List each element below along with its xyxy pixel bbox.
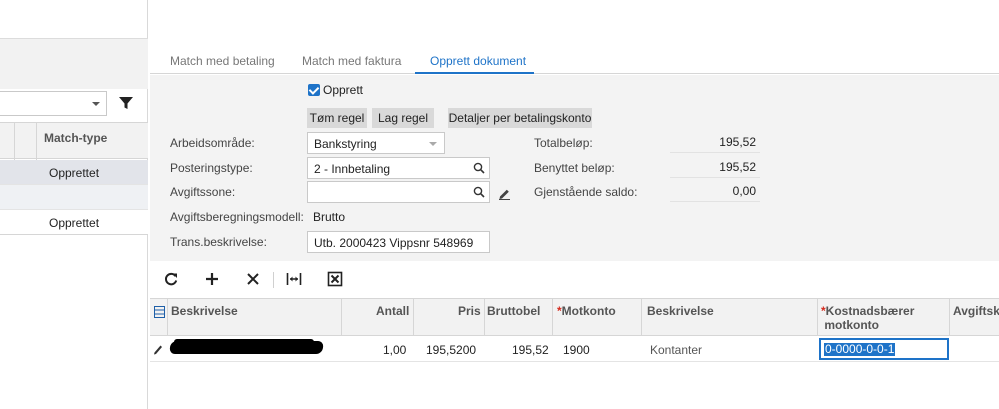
trans-desc-field[interactable]: Utb. 2000423 Vippsnr 548969 [307,231,490,253]
posting-type-field[interactable]: 2 - Innbetaling [307,157,490,179]
search-icon[interactable] [473,162,485,174]
create-document-form: Opprett Tøm regel Lag regel Detaljer per… [150,75,999,261]
grid-toolbar [150,261,999,298]
export-excel-icon[interactable] [327,271,343,287]
left-top-band [0,38,148,89]
cell-counter-account[interactable]: 1900 [563,343,590,357]
tab-match-payment[interactable]: Match med betaling [170,54,275,68]
cost-carrier-input[interactable]: 0-0000-0-0-1 [819,338,949,360]
filter-icon[interactable] [119,96,133,110]
chevron-down-icon[interactable] [429,142,437,146]
col-header-tax[interactable]: Avgiftsk [953,304,999,318]
edit-row-pencil-icon [154,345,162,355]
refresh-icon[interactable] [163,271,179,287]
grid-header: Beskrivelse Antall Pris Bruttobel *Motko… [150,298,999,336]
used-amount-label: Benyttet beløp: [534,161,615,175]
create-checkbox[interactable] [308,84,320,96]
trans-desc-label: Trans.beskrivelse: [170,235,267,249]
match-type-header[interactable]: Match-type [44,131,107,145]
remaining-balance-label: Gjenstående saldo: [534,185,638,199]
tax-zone-label: Avgiftssone: [170,185,236,199]
left-grid-header: Match-type [0,122,148,160]
total-amount-label: Totalbeløp: [534,136,593,150]
edit-pencil-icon[interactable] [498,187,511,200]
create-checkbox-label[interactable]: Opprett [323,83,363,97]
match-type-value: Opprettet [49,216,100,230]
posting-type-label: Posteringstype: [170,161,253,175]
table-row[interactable]: 1,00 195,5200 195,52 1900 Kontanter 0-00… [150,337,999,362]
tax-model-label: Avgiftsberegningsmodell: [170,210,304,224]
details-per-account-button[interactable]: Detaljer per betalingskonto [448,108,592,128]
right-pane: Match med betaling Match med faktura Opp… [150,0,999,409]
delete-row-icon[interactable] [245,271,261,287]
list-item[interactable] [0,185,148,210]
col-header-quantity[interactable]: Antall [376,304,409,318]
list-item[interactable]: Opprettet [0,160,148,185]
column-settings-icon[interactable] [154,306,165,318]
col-header-price[interactable]: Pris [458,304,481,318]
work-area-select[interactable]: Bankstyring [307,132,445,154]
chevron-down-icon[interactable] [92,102,100,106]
work-area-label: Arbeidsområde: [170,136,255,150]
remaining-balance-value: 0,00 [670,181,760,202]
tax-model-value: Brutto [313,210,346,224]
active-tab-indicator [415,72,534,74]
col-header-description-2[interactable]: Beskrivelse [647,304,714,318]
list-item[interactable]: Opprettet [0,210,148,235]
search-icon[interactable] [473,186,485,198]
total-amount-value: 195,52 [670,132,760,153]
col-header-gross[interactable]: Bruttobel [487,304,540,318]
cell-description-2[interactable]: Kontanter [650,343,702,357]
col-header-cost-carrier[interactable]: *Kostnadsbærer motkonto [821,304,914,332]
cell-quantity[interactable]: 1,00 [383,343,406,357]
cell-price[interactable]: 195,5200 [426,343,476,357]
add-row-icon[interactable] [204,271,220,287]
match-type-value: Opprettet [49,166,100,180]
col-header-counter-account[interactable]: *Motkonto [557,304,616,318]
left-pane: Match-type Opprettet Opprettet [0,0,148,409]
tab-create-document[interactable]: Opprett dokument [430,54,526,68]
make-rule-button[interactable]: Lag regel [372,108,434,128]
redacted-description-mark [174,339,314,345]
toolbar-separator [273,272,274,288]
cost-carrier-selected-text: 0-0000-0-0-1 [824,342,896,356]
clear-rule-button[interactable]: Tøm regel [307,108,367,128]
used-amount-value: 195,52 [670,157,760,178]
tab-bar: Match med betaling Match med faktura Opp… [150,48,999,74]
col-header-description[interactable]: Beskrivelse [171,304,238,318]
filter-select[interactable] [0,91,107,116]
tax-zone-field[interactable] [307,181,490,203]
cell-gross[interactable]: 195,52 [512,343,549,357]
tab-match-invoice[interactable]: Match med faktura [302,54,401,68]
fit-columns-icon[interactable] [286,271,302,287]
